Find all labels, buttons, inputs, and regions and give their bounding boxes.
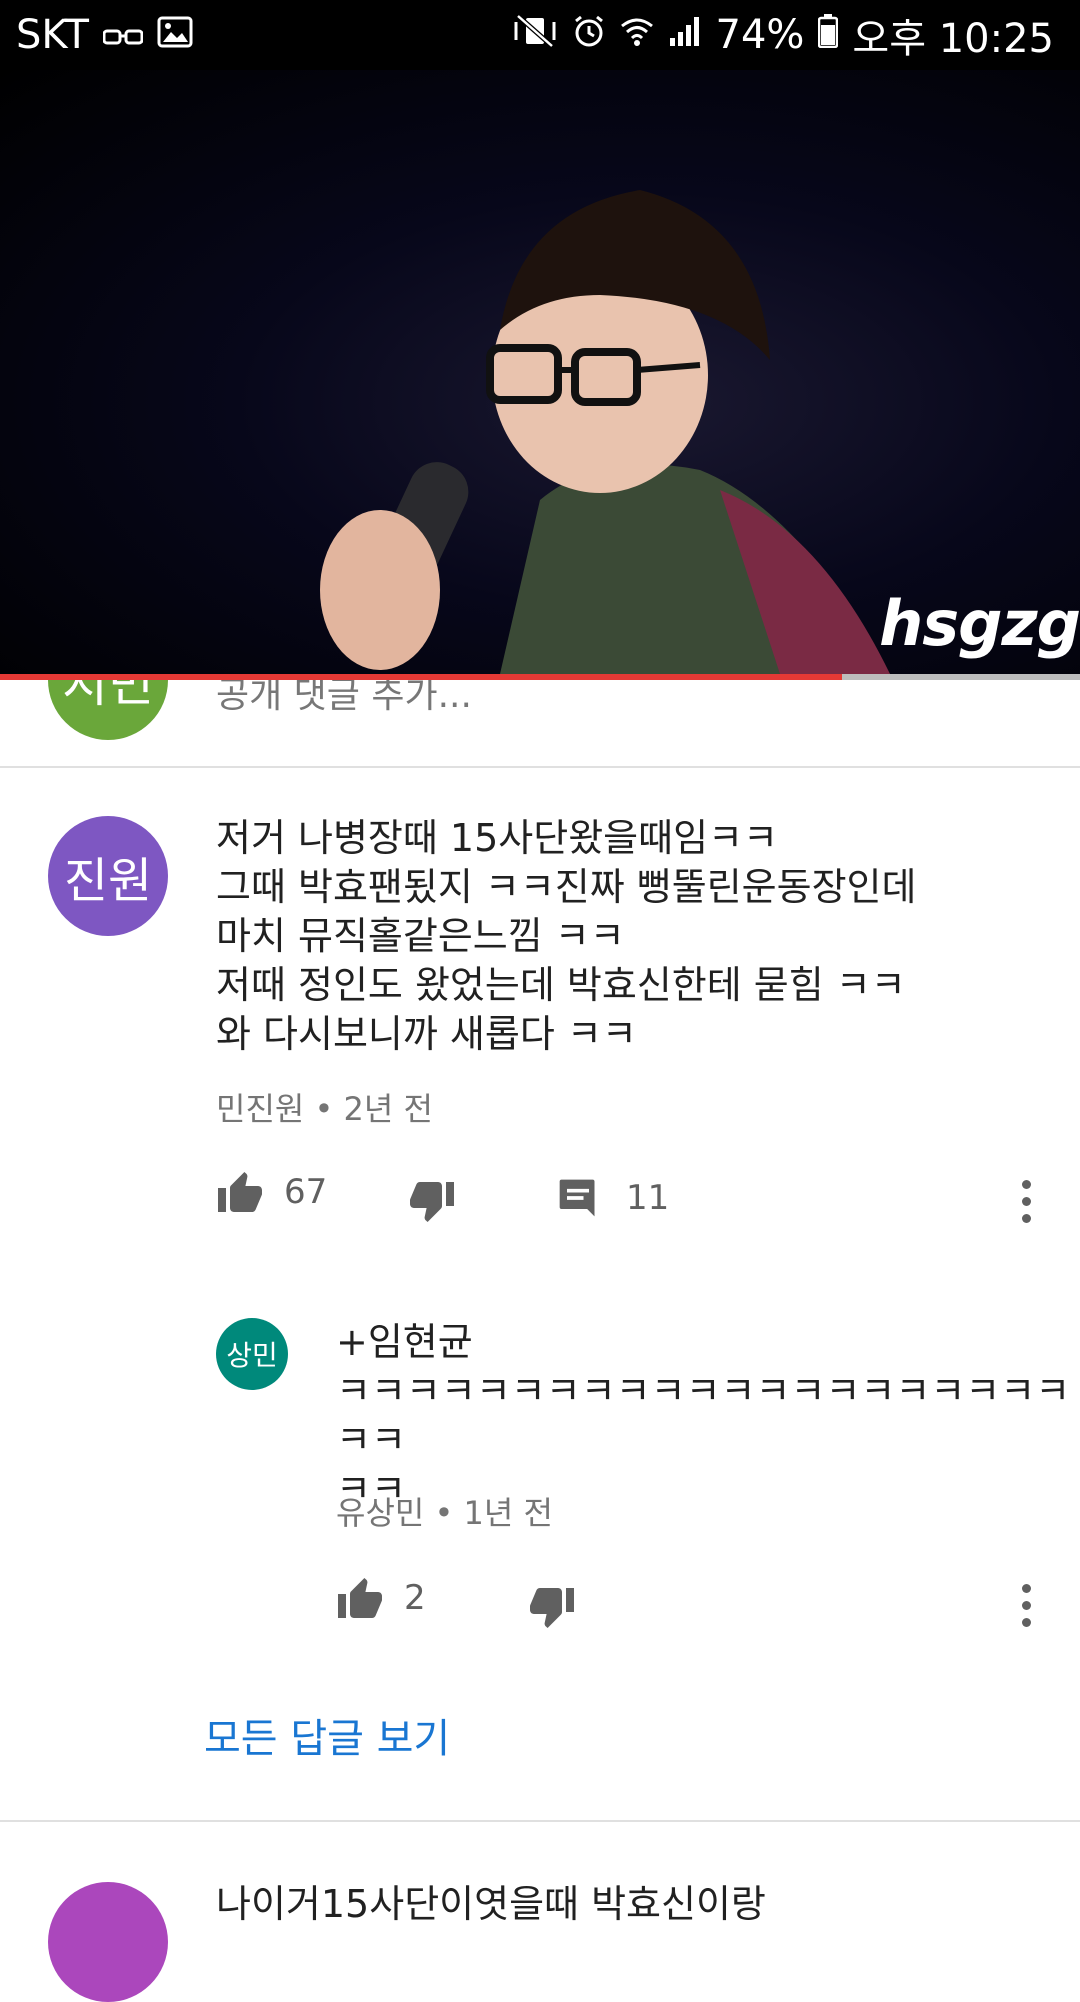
reply-like-count: 2 (404, 1578, 426, 1618)
like-count: 67 (284, 1172, 328, 1212)
video-player[interactable]: hsgzg (0, 70, 1080, 674)
comment-line: 저거 나병장때 15사단왔을때임ㅋㅋ (216, 816, 778, 860)
comment-avatar[interactable]: 진원 (48, 816, 168, 936)
comment-meta: 민진원 • 2년 전 (216, 1090, 433, 1128)
wifi-icon (620, 12, 654, 58)
comment-line: 마치 뮤직홀같은느낌 ㅋㅋ (216, 914, 625, 958)
thumb-up-icon (338, 1578, 382, 1618)
reply-button[interactable]: 11 (556, 1176, 669, 1220)
thumb-down-icon (410, 1182, 454, 1222)
reply-like-button[interactable]: 2 (336, 1576, 426, 1620)
status-bar: SKT 74% 오후 10:25 (0, 0, 1080, 70)
comment-time: 2년 전 (343, 1090, 433, 1128)
reply-icon (559, 1179, 595, 1217)
comment-line: 와 다시보니까 새롭다 ㅋㅋ (216, 1012, 637, 1056)
comment-line: 저때 정인도 왔었는데 박효신한테 묻힘 ㅋㅋ (216, 963, 906, 1007)
thumb-down-icon (530, 1588, 574, 1628)
add-comment-row[interactable]: 지민 공개 댓글 추가... (0, 680, 1080, 766)
divider (0, 766, 1080, 768)
comment-author[interactable]: 민진원 (216, 1090, 304, 1128)
battery-percent: 74% (715, 12, 805, 58)
comment-body: 저거 나병장때 15사단왔을때임ㅋㅋ 그때 박효팬됬지 ㅋㅋ진짜 뻥뚤린운동장인… (216, 814, 916, 1059)
more-vert-icon[interactable] (1020, 1584, 1032, 1627)
reply-body: +임현균 ㅋㅋㅋㅋㅋㅋㅋㅋㅋㅋㅋㅋㅋㅋㅋㅋㅋㅋㅋㅋㅋㅋㅋ ㅋㅋ (336, 1318, 1080, 1514)
comment-line: 그때 박효팬됬지 ㅋㅋ진짜 뻥뚤린운동장인데 (216, 865, 917, 909)
reply-author[interactable]: 유상민 (336, 1494, 424, 1532)
video-watermark: hsgzg (879, 587, 1080, 660)
reply-mention[interactable]: +임현균 (336, 1318, 1080, 1367)
reply-dislike-button[interactable] (528, 1586, 576, 1630)
mute-vibrate-icon (512, 12, 558, 58)
thumb-up-icon (218, 1172, 262, 1212)
avatar: 지민 (48, 680, 168, 740)
carrier-label: SKT (16, 12, 89, 58)
add-comment-input[interactable]: 공개 댓글 추가... (216, 680, 472, 718)
like-button[interactable]: 67 (216, 1170, 327, 1214)
battery-icon (818, 12, 839, 58)
reply-line: ㅋㅋㅋㅋㅋㅋㅋㅋㅋㅋㅋㅋㅋㅋㅋㅋㅋㅋㅋㅋㅋㅋㅋ (336, 1369, 1071, 1462)
view-all-replies-link[interactable]: 모든 답글 보기 (204, 1706, 450, 1764)
video-frame (320, 190, 890, 674)
next-comment-avatar[interactable] (48, 1882, 168, 2002)
reply-time: 1년 전 (463, 1494, 553, 1532)
reply-count: 11 (626, 1178, 670, 1218)
reply-avatar[interactable]: 상민 (216, 1318, 288, 1390)
alarm-icon (572, 12, 606, 58)
reply-meta: 유상민 • 1년 전 (336, 1494, 553, 1532)
image-icon (157, 12, 193, 58)
dislike-button[interactable] (408, 1180, 456, 1224)
signal-icon (668, 12, 702, 58)
divider (0, 1820, 1080, 1822)
clock: 오후 10:25 (852, 16, 1054, 62)
glasses-icon (102, 12, 144, 58)
more-vert-icon[interactable] (1020, 1180, 1032, 1223)
next-comment-text: 나이거15사단이엿을때 박효신이랑 (216, 1882, 766, 1926)
